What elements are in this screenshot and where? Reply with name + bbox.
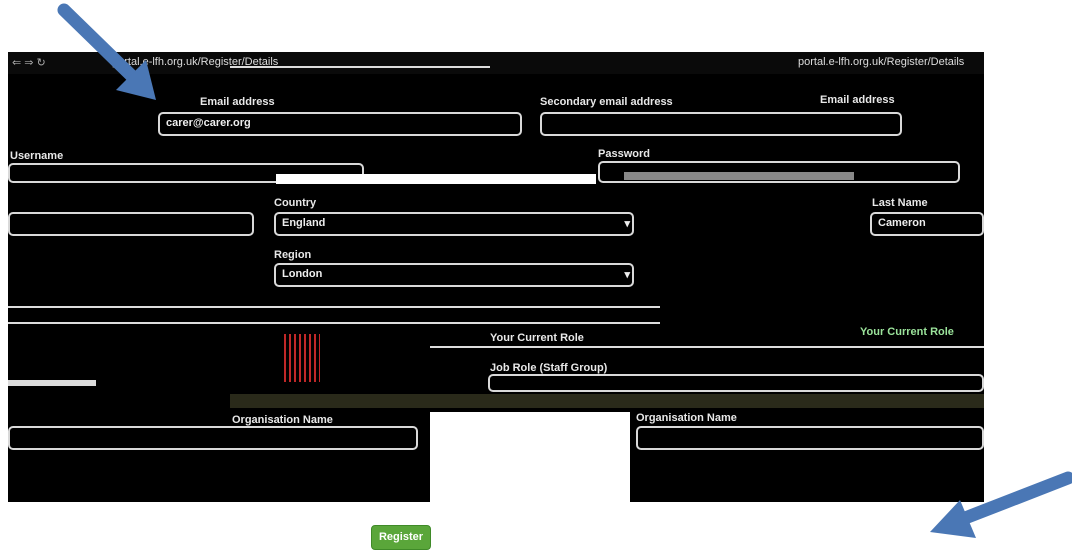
white-gap bbox=[430, 412, 630, 504]
region-chevron-icon: ▾ bbox=[624, 269, 630, 281]
red-bars-graphic bbox=[284, 334, 320, 382]
country-value: England bbox=[282, 217, 326, 229]
email-label: Email address bbox=[200, 96, 275, 108]
lastname-value: Cameron bbox=[878, 217, 926, 229]
username-label: Username bbox=[10, 150, 64, 162]
url-right[interactable]: portal.e-lfh.org.uk/Register/Details bbox=[798, 56, 964, 68]
left-field-partial[interactable] bbox=[8, 212, 254, 236]
password-label: Password bbox=[598, 148, 650, 160]
region-select[interactable]: London ▾ bbox=[274, 263, 634, 287]
email-field[interactable]: carer@carer.org bbox=[158, 112, 522, 136]
white-strip bbox=[8, 380, 96, 386]
arrow-bottom-right-icon bbox=[930, 471, 1072, 538]
arrow-top-left-icon bbox=[57, 3, 156, 100]
grey-divider bbox=[624, 172, 854, 180]
org-name-label-right: Organisation Name bbox=[636, 412, 737, 424]
url-underline bbox=[230, 66, 490, 68]
region-label: Region bbox=[274, 249, 312, 261]
secondary-email-label: Secondary email address bbox=[540, 96, 673, 108]
lastname-field[interactable]: Cameron bbox=[870, 212, 984, 236]
email-label-right: Email address bbox=[820, 94, 895, 106]
job-role-label: Job Role (Staff Group) bbox=[490, 362, 608, 374]
lastname-label: Last Name bbox=[872, 197, 928, 209]
secondary-email-field[interactable] bbox=[540, 112, 902, 136]
region-value: London bbox=[282, 268, 323, 280]
role-divider bbox=[430, 346, 984, 348]
country-chevron-icon: ▾ bbox=[624, 218, 630, 230]
org-name-field-left[interactable] bbox=[8, 426, 418, 450]
org-name-field-right[interactable] bbox=[636, 426, 984, 450]
olive-strip bbox=[230, 394, 984, 408]
nav-icons[interactable]: ⇐ ⇒ ↻ bbox=[12, 56, 46, 69]
current-role-label: Your Current Role bbox=[490, 332, 584, 344]
register-button[interactable]: Register bbox=[371, 525, 431, 550]
email-value: carer@carer.org bbox=[166, 117, 251, 129]
section-separator-2 bbox=[8, 322, 660, 324]
job-role-select[interactable] bbox=[488, 374, 984, 392]
current-role-label-right: Your Current Role bbox=[860, 326, 954, 338]
white-divider bbox=[276, 174, 596, 184]
country-select[interactable]: England ▾ bbox=[274, 212, 634, 236]
org-name-label-left: Organisation Name bbox=[232, 414, 333, 426]
country-label: Country bbox=[274, 197, 317, 209]
section-separator bbox=[8, 306, 660, 308]
